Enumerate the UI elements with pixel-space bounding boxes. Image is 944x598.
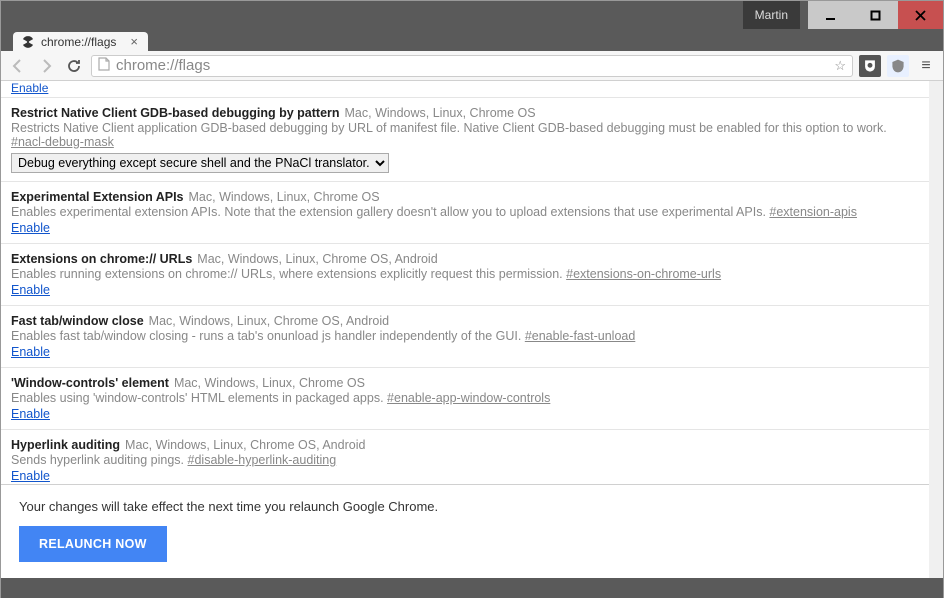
browser-toolbar: chrome://flags ☆ ≡ bbox=[1, 51, 943, 81]
flag-description: Restricts Native Client application GDB-… bbox=[11, 121, 919, 149]
flag-description: Enables using 'window-controls' HTML ele… bbox=[11, 391, 919, 405]
tab-close-icon[interactable]: × bbox=[130, 34, 138, 49]
flag-hash-link[interactable]: #enable-app-window-controls bbox=[387, 391, 550, 405]
flag-title: Fast tab/window close bbox=[11, 314, 144, 328]
flag-description: Sends hyperlink auditing pings. #disable… bbox=[11, 453, 919, 467]
flag-hash-link[interactable]: #extension-apis bbox=[769, 205, 857, 219]
flag-title: Restrict Native Client GDB-based debuggi… bbox=[11, 106, 340, 120]
flag-enable-link[interactable]: Enable bbox=[11, 345, 50, 359]
flag-hash-link[interactable]: #nacl-debug-mask bbox=[11, 135, 114, 149]
flag-title: Hyperlink auditing bbox=[11, 438, 120, 452]
flag-hash-link[interactable]: #enable-fast-unload bbox=[525, 329, 636, 343]
profile-badge[interactable]: Martin bbox=[743, 1, 800, 29]
flag-hash-link[interactable]: #disable-hyperlink-auditing bbox=[188, 453, 337, 467]
relaunch-button[interactable]: RELAUNCH NOW bbox=[19, 526, 167, 562]
radiation-icon bbox=[21, 35, 35, 49]
flag-platforms: Mac, Windows, Linux, Chrome OS, Android bbox=[197, 252, 437, 266]
address-bar[interactable]: chrome://flags ☆ bbox=[91, 55, 853, 77]
tab-flags[interactable]: chrome://flags × bbox=[13, 32, 148, 51]
flag-item: Fast tab/window close Mac, Windows, Linux… bbox=[1, 306, 929, 368]
flag-item: 'Window-controls' element Mac, Windows, L… bbox=[1, 368, 929, 430]
hamburger-menu-button[interactable]: ≡ bbox=[915, 57, 937, 75]
scrollbar-thumb[interactable] bbox=[929, 81, 943, 221]
flag-platforms: Mac, Windows, Linux, Chrome OS bbox=[174, 376, 365, 390]
flag-title: 'Window-controls' element bbox=[11, 376, 169, 390]
flag-item: Experimental Extension APIs Mac, Windows,… bbox=[1, 182, 929, 244]
flag-item: Restrict Native Client GDB-based debuggi… bbox=[1, 98, 929, 182]
window-close-button[interactable] bbox=[898, 1, 943, 29]
shield-extension-icon[interactable] bbox=[887, 55, 909, 77]
flag-platforms: Mac, Windows, Linux, Chrome OS bbox=[189, 190, 380, 204]
bookmark-star-icon[interactable]: ☆ bbox=[834, 58, 846, 74]
flag-item: Hyperlink auditing Mac, Windows, Linux, C… bbox=[1, 430, 929, 492]
tab-strip: chrome://flags × bbox=[1, 29, 943, 51]
flag-platforms: Mac, Windows, Linux, Chrome OS, Android bbox=[149, 314, 389, 328]
flag-enable-link[interactable]: Enable bbox=[11, 469, 50, 483]
flag-hash-link[interactable]: #extensions-on-chrome-urls bbox=[566, 267, 721, 281]
flag-select[interactable]: Debug everything except secure shell and… bbox=[11, 153, 389, 173]
ublock-extension-icon[interactable] bbox=[859, 55, 881, 77]
url-text: chrome://flags bbox=[116, 57, 828, 74]
tab-title: chrome://flags bbox=[41, 35, 116, 49]
partial-enable-link[interactable]: Enable bbox=[1, 81, 929, 98]
reload-button[interactable] bbox=[63, 55, 85, 77]
back-button[interactable] bbox=[7, 55, 29, 77]
relaunch-bar: Your changes will take effect the next t… bbox=[1, 484, 929, 578]
flag-platforms: Mac, Windows, Linux, Chrome OS, Android bbox=[125, 438, 365, 452]
flag-title: Extensions on chrome:// URLs bbox=[11, 252, 192, 266]
flag-enable-link[interactable]: Enable bbox=[11, 407, 50, 421]
flag-enable-link[interactable]: Enable bbox=[11, 221, 50, 235]
window-titlebar: Martin bbox=[1, 1, 943, 29]
flag-description: Enables experimental extension APIs. Not… bbox=[11, 205, 919, 219]
window-frame-bottom bbox=[1, 578, 943, 598]
page-viewport: Enable Restrict Native Client GDB-based … bbox=[1, 81, 943, 578]
page-icon bbox=[98, 57, 110, 74]
flag-item: Extensions on chrome:// URLs Mac, Windows… bbox=[1, 244, 929, 306]
window-minimize-button[interactable] bbox=[808, 1, 853, 29]
flag-description: Enables running extensions on chrome:// … bbox=[11, 267, 919, 281]
forward-button[interactable] bbox=[35, 55, 57, 77]
flag-platforms: Mac, Windows, Linux, Chrome OS bbox=[345, 106, 536, 120]
relaunch-text: Your changes will take effect the next t… bbox=[19, 499, 911, 514]
flag-description: Enables fast tab/window closing - runs a… bbox=[11, 329, 919, 343]
window-maximize-button[interactable] bbox=[853, 1, 898, 29]
flag-title: Experimental Extension APIs bbox=[11, 190, 184, 204]
flag-enable-link[interactable]: Enable bbox=[11, 283, 50, 297]
